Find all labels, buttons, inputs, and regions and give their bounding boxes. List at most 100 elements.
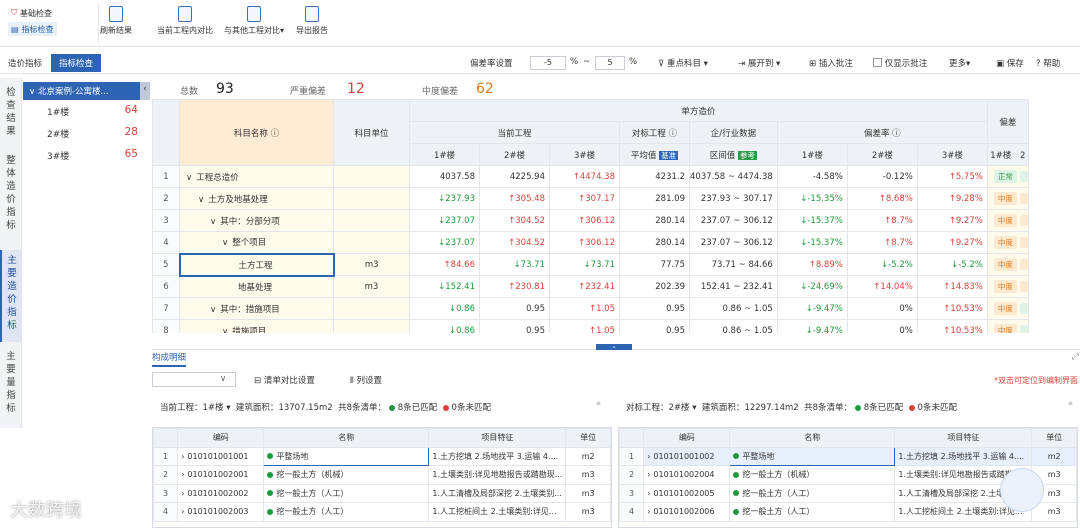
tab-basic-check[interactable]: ⛉ 基础检查 — [8, 6, 55, 20]
cell-subject-name[interactable]: ∨ 其中：分部分项 — [179, 209, 334, 232]
cell-r1[interactable]: ↓-15.35% — [776, 187, 848, 210]
table-row[interactable]: 6 地基处理 m3 ↓152.41 ↑230.81 ↑232.41 202.39 152.41… — [152, 275, 1029, 298]
help-button[interactable]: ? 帮助 — [1036, 57, 1060, 69]
chevron-right-icon[interactable]: › — [647, 507, 650, 516]
vtab-main-cost[interactable]: 主要造价指标 — [0, 250, 22, 342]
cell-c2[interactable]: ↑230.81 — [479, 275, 550, 298]
compare-other-button[interactable]: 与其他工程对比▾ — [224, 6, 284, 36]
cell-feature[interactable]: 1.土壤类别:详见地勘报告或踏勘现... — [428, 465, 567, 485]
cell-unit[interactable]: m3 — [565, 483, 611, 503]
cell-r2[interactable]: ↑8.68% — [846, 187, 918, 210]
save-button[interactable]: ▣ 保存 — [996, 57, 1024, 69]
cell-range[interactable]: 73.71 ~ 84.66 — [689, 253, 778, 276]
expand-toggle-icon[interactable]: ∨ — [210, 217, 216, 227]
chevron-right-icon[interactable]: › — [181, 470, 184, 479]
cell-r1[interactable]: ↓-15.37% — [776, 209, 848, 232]
cell-c1[interactable]: ↓152.41 — [409, 275, 480, 298]
cell-average[interactable]: 202.39 — [619, 275, 690, 298]
list-row[interactable]: 2 › 010101002001 挖一般土方（机械） 1.土壤类别:详见地勘报告或踏勘现… — [153, 465, 611, 485]
key-subject-button[interactable]: ⊽ 重点科目 ▾ — [658, 57, 708, 69]
cell-feature[interactable]: 1.人工清槽及局部深挖 2.土壤类别... — [428, 483, 567, 503]
table-row[interactable]: 5 土方工程 m3 ↑84.66 ↓73.71 ↓73.71 77.75 73.71 ~ 84… — [152, 252, 1029, 277]
cell-status[interactable]: 正常 — [986, 165, 1029, 188]
cell-c1[interactable]: ↓237.07 — [409, 209, 480, 232]
refresh-button[interactable]: 刷新结果 — [100, 6, 132, 36]
cell-r3[interactable]: ↑5.75% — [916, 165, 988, 188]
cell-unit[interactable]: m2 — [565, 446, 611, 466]
cell-c2[interactable]: ↑304.52 — [479, 209, 550, 232]
chevron-right-icon[interactable]: › — [647, 452, 650, 461]
chevron-right-icon[interactable]: › — [181, 507, 184, 516]
cell-r3[interactable]: ↑9.28% — [916, 187, 988, 210]
cell-average[interactable]: 77.75 — [619, 253, 690, 276]
cell-code[interactable]: › 010101002006 — [643, 502, 731, 522]
cell-c3[interactable]: ↓73.71 — [549, 253, 620, 276]
cell-c1[interactable]: ↓237.07 — [409, 231, 480, 254]
cell-unit[interactable] — [333, 231, 410, 254]
maximize-icon[interactable]: ⤢ — [1072, 352, 1079, 362]
list-row[interactable]: 3 › 010101002002 挖一般土方（人工） 1.人工清槽及局部深挖 2.土壤类… — [153, 483, 611, 503]
cell-range[interactable]: 152.41 ~ 232.41 — [689, 275, 778, 298]
cell-average[interactable]: 0.95 — [619, 297, 690, 320]
chevron-right-icon[interactable]: › — [647, 470, 650, 479]
cell-range[interactable]: 0.86 ~ 1.05 — [689, 319, 778, 333]
cell-c3[interactable]: ↑4474.38 — [549, 165, 620, 188]
cell-r1[interactable]: ↓-9.47% — [776, 319, 848, 333]
cell-r1[interactable]: ↓-24.69% — [776, 275, 848, 298]
cell-r1[interactable]: ↑8.89% — [776, 253, 848, 276]
cell-unit[interactable]: m3 — [333, 275, 410, 298]
cell-code[interactable]: › 010101002005 — [643, 483, 731, 503]
assistant-robot-icon[interactable] — [1000, 468, 1044, 512]
cell-unit[interactable]: m3 — [333, 253, 410, 276]
list-row[interactable]: 1 › 010101001002 平整场地 1.土方挖填 2.场地找平 3.运输 4..… — [619, 446, 1077, 466]
collapse-right-icon[interactable]: « — [1068, 399, 1073, 409]
cell-c1[interactable]: ↓237.93 — [409, 187, 480, 210]
cell-r3[interactable]: ↓-5.2% — [916, 253, 988, 276]
cell-code[interactable]: › 010101002004 — [643, 465, 731, 485]
cell-average[interactable]: 280.14 — [619, 231, 690, 254]
cell-c3[interactable]: ↑1.05 — [549, 297, 620, 320]
cell-average[interactable]: 0.95 — [619, 319, 690, 333]
cell-r2[interactable]: -0.12% — [846, 165, 918, 188]
col-subject-name[interactable]: 科目名称 ⓘ — [179, 99, 334, 166]
cell-c3[interactable]: ↑306.12 — [549, 231, 620, 254]
cell-unit[interactable]: m3 — [565, 465, 611, 485]
cell-name[interactable]: 平整场地 — [263, 446, 430, 466]
table-row[interactable]: 2 ∨ 土方及地基处理 ↓237.93 ↑305.48 ↑307.17 281.09 237.… — [152, 187, 1029, 210]
cell-average[interactable]: 281.09 — [619, 187, 690, 210]
chevron-right-icon[interactable]: › — [181, 489, 184, 498]
cell-code[interactable]: › 010101001001 — [177, 446, 265, 466]
cell-r3[interactable]: ↑14.83% — [916, 275, 988, 298]
expand-toggle-icon[interactable]: ∨ — [222, 238, 228, 248]
tree-root[interactable]: ∨ 北京案例-公寓楼... ‹ — [23, 82, 150, 100]
cell-subject-name[interactable]: ∨ 土方及地基处理 — [179, 187, 334, 210]
cell-range[interactable]: 4037.58 ~ 4474.38 — [689, 165, 778, 188]
tab-indicator-check[interactable]: ▤ 指标检查 — [8, 22, 57, 36]
cell-unit[interactable]: m3 — [565, 502, 611, 522]
cell-range[interactable]: 0.86 ~ 1.05 — [689, 297, 778, 320]
cell-c2[interactable]: ↓73.71 — [479, 253, 550, 276]
cell-subject-name[interactable]: ∨ 措施项目 — [179, 319, 334, 333]
tab-indicator-check-active[interactable]: 指标检查 — [51, 54, 102, 72]
chevron-left-icon[interactable]: ‹ — [140, 82, 150, 100]
cell-status[interactable]: 中度 — [986, 253, 1029, 276]
cell-feature[interactable]: 1.土方挖填 2.场地找平 3.运输 4.... — [428, 446, 567, 466]
more-button[interactable]: 更多▾ — [949, 57, 970, 69]
cell-r1[interactable]: ↓-9.47% — [776, 297, 848, 320]
expand-toggle-icon[interactable]: ∨ — [186, 173, 192, 183]
table-row[interactable]: 7 ∨ 其中：措施项目 ↓0.86 0.95 ↑1.05 0.95 0.86 ~ 1.05 ↓-… — [152, 297, 1029, 320]
insert-note-button[interactable]: ⊞ 插入批注 — [809, 57, 853, 69]
cell-range[interactable]: 237.07 ~ 306.12 — [689, 231, 778, 254]
chevron-right-icon[interactable]: › — [647, 489, 650, 498]
collapse-left-icon[interactable]: « — [596, 399, 601, 409]
cell-c3[interactable]: ↑307.17 — [549, 187, 620, 210]
table-row[interactable]: 3 ∨ 其中：分部分项 ↓237.07 ↑304.52 ↑306.12 280.14 237.… — [152, 209, 1029, 232]
cell-name[interactable]: 平整场地 — [729, 446, 896, 466]
cell-r2[interactable]: ↑8.7% — [846, 231, 918, 254]
export-report-button[interactable]: 导出报告 — [296, 6, 328, 36]
list-row[interactable]: 4 › 010101002003 挖一般土方（人工） 1.人工挖桩间土 2.土壤类别:详… — [153, 502, 611, 522]
cell-subject-name[interactable]: 土方工程 — [178, 252, 335, 277]
list-compare-settings-button[interactable]: ⊟ 清单对比设置 — [254, 374, 315, 386]
cell-c2[interactable]: 0.95 — [479, 297, 550, 320]
tree-item-building-1[interactable]: 1#楼 64 — [23, 100, 150, 122]
